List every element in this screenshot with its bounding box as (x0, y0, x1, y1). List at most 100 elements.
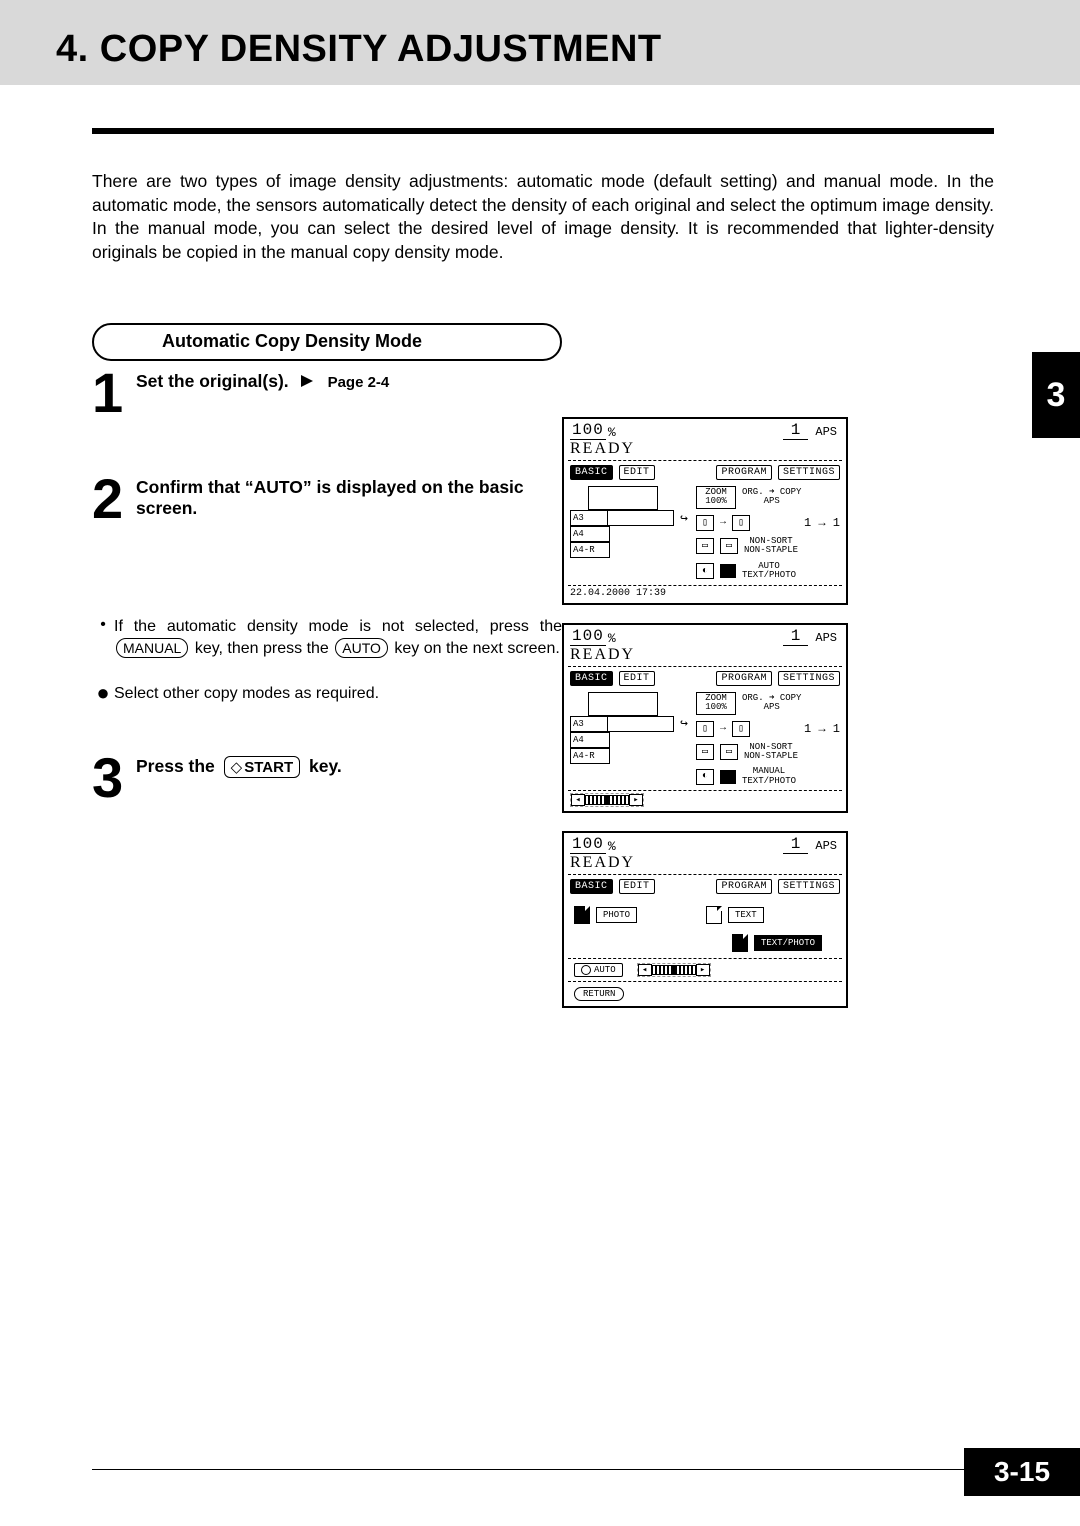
tab-edit[interactable]: EDIT (619, 879, 655, 894)
density-slider[interactable]: ◂ ▸ (637, 963, 711, 977)
step-3-suffix: key. (309, 756, 342, 776)
staple-icon: ▭ (720, 538, 738, 554)
org-copy-button[interactable]: ORG. ➜ COPY APS (742, 488, 801, 507)
manual-keycap: MANUAL (116, 638, 188, 659)
tray-diagram: A3 ↪ A4 A4-R (570, 692, 688, 787)
textphoto-mode-button[interactable]: TEXT/PHOTO (754, 935, 822, 951)
step-number: 3 (92, 750, 136, 806)
tray-a3[interactable]: A3 (570, 716, 608, 732)
intro-paragraph: There are two types of image density adj… (92, 170, 994, 265)
tray-a4[interactable]: A4 (570, 526, 610, 542)
step-1-text: Set the original(s). (136, 371, 289, 391)
sort-icon: ▭ (696, 744, 714, 760)
tray-a4[interactable]: A4 (570, 732, 610, 748)
bullet-marker: • (92, 616, 114, 659)
tray-a3[interactable]: A3 (570, 510, 608, 526)
tab-basic[interactable]: BASIC (570, 879, 613, 894)
orig-portrait-icon: ▯ (696, 515, 714, 531)
tab-basic[interactable]: BASIC (570, 671, 613, 686)
aps-label: APS (812, 424, 840, 440)
aps-label: APS (812, 838, 840, 854)
text-mode-button[interactable]: TEXT (728, 907, 764, 923)
status-ready: READY (564, 646, 846, 666)
bottom-rule (92, 1469, 994, 1470)
non-sort-label[interactable]: NON-SORT NON-STAPLE (744, 743, 798, 762)
status-ready: READY (564, 440, 846, 460)
density-mode-label[interactable]: AUTO TEXT/PHOTO (742, 562, 796, 581)
density-auto-icon: ◐ (696, 563, 714, 579)
lcd-screen-basic-auto: 100 % 1 APS READY BASIC EDIT PROGRAM SET… (562, 417, 848, 605)
zoom-button[interactable]: ZOOM 100% (696, 486, 736, 509)
photo-mode-button[interactable]: PHOTO (596, 907, 637, 923)
ref-arrow-icon (301, 375, 313, 387)
page-title: 4. COPY DENSITY ADJUSTMENT (56, 28, 1080, 71)
photo-icon (574, 906, 590, 924)
arrow-icon: → (720, 723, 726, 734)
doc-type-icon (720, 770, 736, 784)
one-to-one[interactable]: 1 → 1 (804, 722, 840, 736)
copy-count: 1 (783, 627, 809, 646)
density-darker-button[interactable]: ▸ (696, 964, 710, 976)
start-keycap: START (224, 756, 300, 778)
aps-label: APS (812, 630, 840, 646)
copy-portrait-icon: ▯ (732, 515, 750, 531)
bullet-marker: ● (92, 683, 114, 705)
tray-a4r[interactable]: A4-R (570, 748, 610, 764)
return-button[interactable]: RETURN (574, 987, 624, 1001)
step-3: 3 Press the START key. (92, 744, 562, 806)
tray-a4r[interactable]: A4-R (570, 542, 610, 558)
datetime-label: 22.04.2000 17:39 (570, 588, 840, 599)
auto-keycap: AUTO (335, 638, 388, 659)
copy-portrait-icon: ▯ (732, 721, 750, 737)
chapter-tab: 3 (1032, 352, 1080, 438)
density-mode-label[interactable]: MANUAL TEXT/PHOTO (742, 767, 796, 786)
orig-portrait-icon: ▯ (696, 721, 714, 737)
density-slider[interactable]: ◂ ▸ (570, 793, 644, 807)
zoom-button[interactable]: ZOOM 100% (696, 692, 736, 715)
top-rule (92, 128, 994, 134)
tab-program[interactable]: PROGRAM (716, 671, 772, 686)
non-sort-label[interactable]: NON-SORT NON-STAPLE (744, 537, 798, 556)
tab-program[interactable]: PROGRAM (716, 465, 772, 480)
textphoto-icon (732, 934, 748, 952)
feed-icon: ↪ (680, 511, 688, 526)
tab-settings[interactable]: SETTINGS (778, 465, 840, 480)
copy-count: 1 (783, 421, 809, 440)
density-darker-button[interactable]: ▸ (629, 794, 643, 806)
tab-program[interactable]: PROGRAM (716, 879, 772, 894)
page-number: 3-15 (964, 1448, 1080, 1496)
section-heading-pill: Automatic Copy Density Mode (92, 323, 562, 361)
zoom-value: 100 (570, 627, 606, 646)
status-ready: READY (564, 854, 846, 874)
tab-basic[interactable]: BASIC (570, 465, 613, 480)
staple-icon: ▭ (720, 744, 738, 760)
tab-edit[interactable]: EDIT (619, 465, 655, 480)
auto-ring-icon (581, 965, 591, 975)
org-copy-button[interactable]: ORG. ➜ COPY APS (742, 694, 801, 713)
one-to-one[interactable]: 1 → 1 (804, 516, 840, 530)
feed-icon: ↪ (680, 716, 688, 731)
sort-icon: ▭ (696, 538, 714, 554)
auto-density-button[interactable]: AUTO (574, 963, 623, 977)
step-number: 1 (92, 365, 136, 421)
density-lighter-button[interactable]: ◂ (638, 964, 652, 976)
step-3-prefix: Press the (136, 756, 215, 776)
tab-settings[interactable]: SETTINGS (778, 879, 840, 894)
lcd-screen-basic-manual: 100 % 1 APS READY BASIC EDIT PROGRAM SET… (562, 623, 848, 814)
lcd-screen-density-mode: 100 % 1 APS READY BASIC EDIT PROGRAM SET… (562, 831, 848, 1008)
section-heading: Automatic Copy Density Mode (162, 331, 422, 352)
page-ref: Page 2-4 (328, 374, 390, 391)
step-2-text: Confirm that “AUTO” is displayed on the … (136, 477, 524, 518)
step-1: 1 Set the original(s). Page 2-4 (92, 365, 562, 421)
doc-type-icon (720, 564, 736, 578)
density-manual-icon: ◐ (696, 769, 714, 785)
tray-diagram: A3 ↪ A4 A4-R (570, 486, 688, 581)
step-number: 2 (92, 471, 136, 527)
tab-edit[interactable]: EDIT (619, 671, 655, 686)
percent-icon: % (608, 631, 616, 646)
percent-icon: % (608, 425, 616, 440)
title-band: 4. COPY DENSITY ADJUSTMENT (0, 0, 1080, 85)
density-lighter-button[interactable]: ◂ (571, 794, 585, 806)
bullet-list: • If the automatic density mode is not s… (92, 608, 562, 729)
tab-settings[interactable]: SETTINGS (778, 671, 840, 686)
